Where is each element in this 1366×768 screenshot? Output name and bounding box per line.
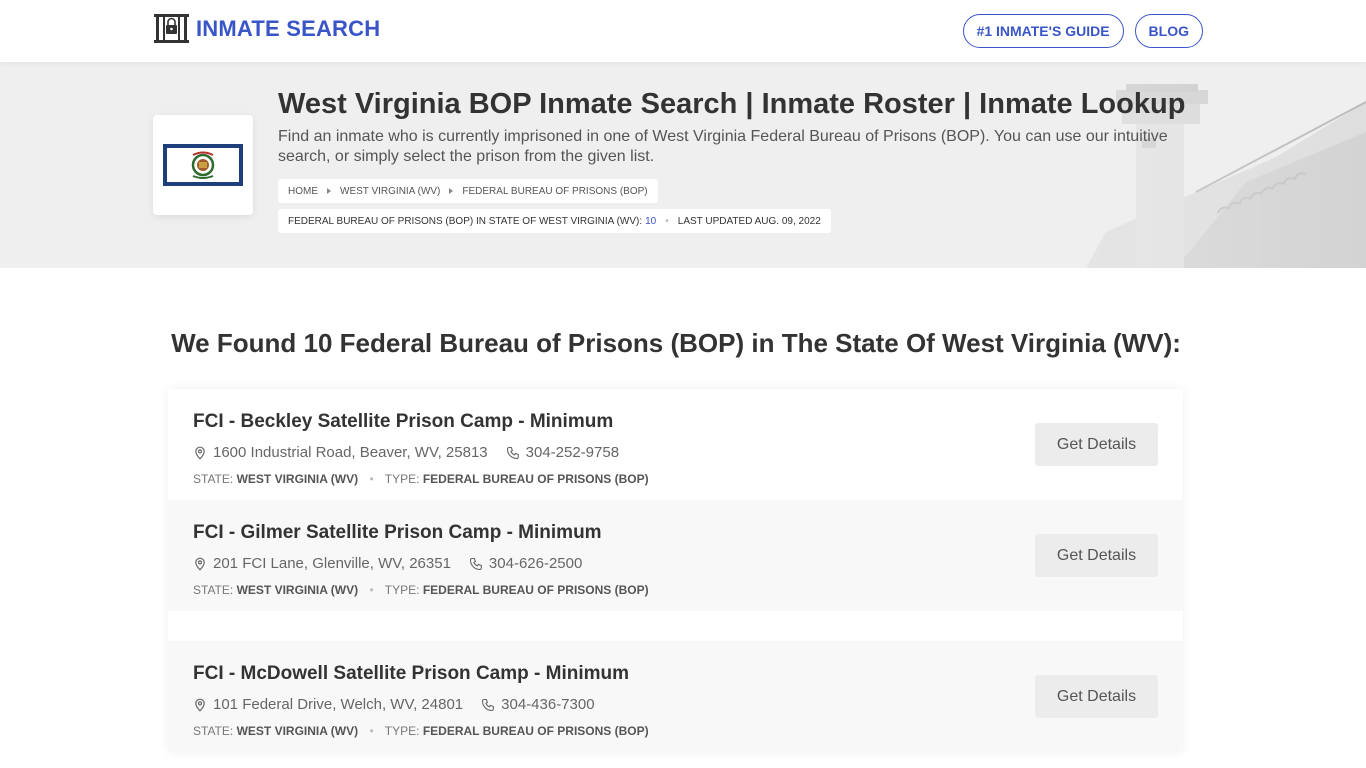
- facility-type: FEDERAL BUREAU OF PRISONS (BOP): [422, 724, 649, 738]
- breadcrumb-bop[interactable]: FEDERAL BUREAU OF PRISONS (BOP): [462, 186, 647, 197]
- page-title: West Virginia BOP Inmate Search | Inmate…: [278, 88, 1186, 120]
- type-label: TYPE:: [384, 583, 420, 597]
- state-label: STATE:: [193, 472, 234, 486]
- facility-type: FEDERAL BUREAU OF PRISONS (BOP): [422, 583, 649, 597]
- breadcrumb-home[interactable]: HOME: [288, 186, 318, 197]
- facility-tags: STATE: WEST VIRGINIA (WV) • TYPE: FEDERA…: [193, 472, 649, 486]
- facility-count: 10: [645, 215, 657, 227]
- facility-state: WEST VIRGINIA (WV): [236, 583, 359, 597]
- facility-name: FCI - Beckley Satellite Prison Camp - Mi…: [193, 411, 614, 432]
- facility-meta: FEDERAL BUREAU OF PRISONS (BOP) IN STATE…: [278, 209, 831, 233]
- nav-blog[interactable]: BLOG: [1134, 14, 1203, 48]
- get-details-button[interactable]: Get Details: [1035, 675, 1158, 718]
- facility-state: WEST VIRGINIA (WV): [236, 472, 359, 486]
- map-pin-icon: [195, 446, 205, 460]
- facility-name: FCI - Gilmer Satellite Prison Camp - Min…: [193, 522, 602, 543]
- facility-address: 201 FCI Lane, Glenville, WV, 26351: [213, 555, 451, 572]
- map-pin-icon: [195, 557, 205, 571]
- phone-icon: [469, 557, 482, 570]
- main-nav: #1 INMATE'S GUIDE BLOG: [962, 14, 1203, 48]
- facility-list-item: FCI - Beckley Satellite Prison Camp - Mi…: [168, 389, 1183, 500]
- type-label: TYPE:: [384, 724, 420, 738]
- site-logo-link[interactable]: INMATE SEARCH: [153, 13, 380, 44]
- logo-text: INMATE SEARCH: [196, 15, 381, 41]
- facility-state: WEST VIRGINIA (WV): [236, 724, 359, 738]
- facility-address: 1600 Industrial Road, Beaver, WV, 25813: [213, 444, 488, 461]
- facility-type: FEDERAL BUREAU OF PRISONS (BOP): [422, 472, 649, 486]
- facility-phone[interactable]: 304-626-2500: [489, 555, 582, 572]
- facility-phone-group: 304-436-7300: [481, 696, 595, 713]
- facility-contact: 201 FCI Lane, Glenville, WV, 26351 304-6…: [193, 555, 582, 572]
- facility-phone[interactable]: 304-252-9758: [526, 444, 619, 461]
- tag-separator: •: [369, 583, 374, 597]
- list-spacer: [168, 611, 1183, 641]
- facility-name: FCI - McDowell Satellite Prison Camp - M…: [193, 663, 629, 684]
- facility-phone-group: 304-252-9758: [506, 444, 619, 461]
- phone-icon: [506, 446, 519, 459]
- last-updated: LAST UPDATED AUG. 09, 2022: [677, 215, 821, 227]
- facility-tags: STATE: WEST VIRGINIA (WV) • TYPE: FEDERA…: [193, 724, 649, 738]
- type-label: TYPE:: [384, 472, 420, 486]
- facility-list-item: FCI - Gilmer Satellite Prison Camp - Min…: [168, 500, 1183, 611]
- state-flag-card: [153, 115, 253, 215]
- map-pin-icon: [195, 698, 205, 712]
- tag-separator: •: [369, 472, 374, 486]
- caret-right-icon: [449, 188, 454, 194]
- facility-list-item: FCI - McDowell Satellite Prison Camp - M…: [168, 641, 1183, 752]
- state-label: STATE:: [193, 583, 234, 597]
- get-details-button[interactable]: Get Details: [1035, 423, 1158, 466]
- facility-address: 101 Federal Drive, Welch, WV, 24801: [213, 696, 464, 713]
- facility-phone[interactable]: 304-436-7300: [501, 696, 594, 713]
- meta-separator: •: [665, 215, 669, 227]
- prison-gate-icon: [154, 14, 189, 43]
- facility-tags: STATE: WEST VIRGINIA (WV) • TYPE: FEDERA…: [193, 583, 649, 597]
- breadcrumb-state[interactable]: WEST VIRGINIA (WV): [340, 186, 440, 197]
- facility-count-label: FEDERAL BUREAU OF PRISONS (BOP) IN STATE…: [288, 215, 643, 227]
- facility-group: FCI - Beckley Satellite Prison Camp - Mi…: [168, 389, 1183, 752]
- hero-section: West Virginia BOP Inmate Search | Inmate…: [0, 62, 1366, 268]
- breadcrumb: HOME WEST VIRGINIA (WV) FEDERAL BUREAU O…: [278, 179, 658, 203]
- top-navbar: INMATE SEARCH #1 INMATE'S GUIDE BLOG: [0, 0, 1366, 62]
- get-details-button[interactable]: Get Details: [1035, 534, 1158, 577]
- facility-list: FCI - Beckley Satellite Prison Camp - Mi…: [168, 389, 1183, 752]
- state-label: STATE:: [193, 724, 234, 738]
- west-virginia-flag-icon: [163, 144, 243, 186]
- tag-separator: •: [369, 724, 374, 738]
- nav-inmates-guide[interactable]: #1 INMATE'S GUIDE: [962, 14, 1124, 48]
- facility-contact: 1600 Industrial Road, Beaver, WV, 25813 …: [193, 444, 619, 461]
- caret-right-icon: [327, 188, 331, 194]
- results-heading: We Found 10 Federal Bureau of Prisons (B…: [171, 328, 1181, 358]
- facility-contact: 101 Federal Drive, Welch, WV, 24801 304-…: [193, 696, 595, 713]
- phone-icon: [482, 698, 494, 711]
- facility-phone-group: 304-626-2500: [469, 555, 582, 572]
- page-description: Find an inmate who is currently imprison…: [278, 128, 1168, 165]
